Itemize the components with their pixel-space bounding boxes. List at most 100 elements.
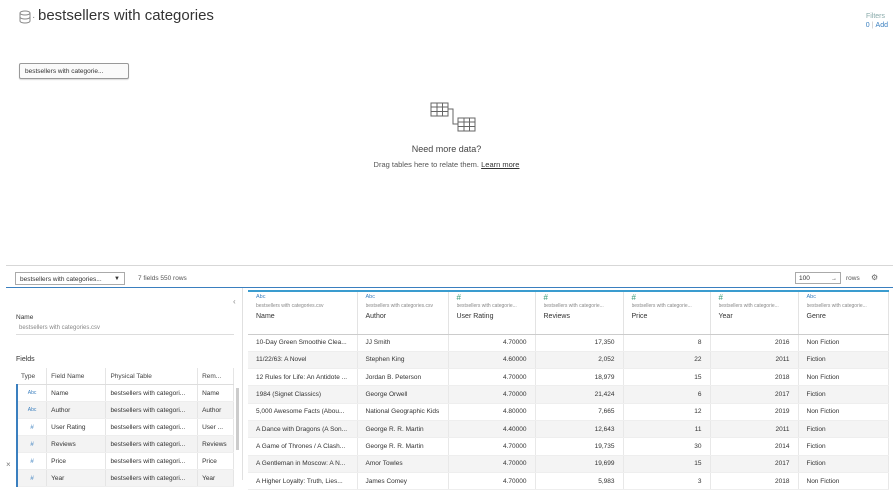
cell-genre[interactable]: Fiction bbox=[798, 455, 889, 473]
table-row[interactable]: 10-Day Green Smoothie Clea... JJ Smith 4.7… bbox=[248, 334, 889, 352]
table-row[interactable]: A Higher Loyalty: Truth, Lies... James Co… bbox=[248, 472, 889, 490]
column-header-physical-table[interactable]: Physical Table bbox=[105, 368, 199, 385]
cell-author[interactable]: Jordan B. Peterson bbox=[357, 368, 449, 387]
grid-column-name[interactable]: Abc bestsellers with categories.csv Name bbox=[248, 290, 358, 335]
collapse-panel-icon[interactable]: ‹ bbox=[233, 297, 236, 306]
cell-user-rating[interactable]: 4.70000 bbox=[448, 437, 536, 456]
cell-name[interactable]: A Game of Thrones / A Clash... bbox=[248, 437, 358, 456]
cell-user-rating[interactable]: 4.70000 bbox=[448, 334, 536, 352]
cell-name[interactable]: 5,000 Awesome Facts (Abou... bbox=[248, 403, 358, 421]
cell-genre[interactable]: Non Fiction bbox=[798, 368, 889, 387]
table-row[interactable]: 5,000 Awesome Facts (Abou... National Geo… bbox=[248, 403, 889, 421]
number-type-icon[interactable]: # bbox=[16, 435, 48, 453]
number-type-icon[interactable]: # bbox=[457, 294, 531, 302]
table-select-dropdown[interactable]: bestsellers with categories... ▼ bbox=[15, 272, 125, 285]
cell-user-rating[interactable]: 4.70000 bbox=[448, 472, 536, 490]
field-name[interactable]: User Rating bbox=[46, 418, 107, 436]
cell-year[interactable]: 2011 bbox=[710, 351, 799, 370]
cell-name[interactable]: A Gentleman in Moscow: A N... bbox=[248, 455, 358, 473]
cell-author[interactable]: James Comey bbox=[357, 472, 449, 490]
field-name[interactable]: Author bbox=[46, 401, 107, 419]
cell-reviews[interactable]: 7,665 bbox=[535, 403, 624, 421]
cell-price[interactable]: 6 bbox=[623, 385, 711, 404]
cell-name[interactable]: 12 Rules for Life: An Antidote ... bbox=[248, 368, 358, 387]
number-type-icon[interactable]: # bbox=[16, 418, 48, 436]
cell-year[interactable]: 2014 bbox=[710, 437, 799, 456]
close-icon[interactable]: × bbox=[6, 460, 11, 469]
canvas-table-pill[interactable]: bestsellers with categorie... bbox=[19, 63, 129, 79]
field-name[interactable]: Name bbox=[46, 384, 107, 402]
rows-count-input[interactable]: 100 → bbox=[795, 272, 841, 284]
cell-year[interactable]: 2017 bbox=[710, 455, 799, 473]
grid-column-reviews[interactable]: # bestsellers with categorie... Reviews bbox=[535, 290, 624, 335]
cell-reviews[interactable]: 2,052 bbox=[535, 351, 624, 370]
cell-year[interactable]: 2017 bbox=[710, 385, 799, 404]
pane-divider[interactable] bbox=[6, 265, 893, 266]
string-type-icon[interactable]: Abc bbox=[16, 384, 48, 402]
cell-genre[interactable]: Non Fiction bbox=[798, 472, 889, 490]
cell-user-rating[interactable]: 4.70000 bbox=[448, 455, 536, 473]
cell-user-rating[interactable]: 4.70000 bbox=[448, 385, 536, 404]
cell-reviews[interactable]: 17,350 bbox=[535, 334, 624, 352]
cell-reviews[interactable]: 21,424 bbox=[535, 385, 624, 404]
table-row[interactable]: 1984 (Signet Classics) George Orwell 4.700… bbox=[248, 385, 889, 404]
grid-column-price[interactable]: # bestsellers with categorie... Price bbox=[623, 290, 711, 335]
column-header-field-name[interactable]: Field Name bbox=[46, 368, 107, 385]
cell-author[interactable]: George R. R. Martin bbox=[357, 437, 449, 456]
column-header-type[interactable]: Type bbox=[17, 368, 48, 385]
cell-genre[interactable]: Fiction bbox=[798, 437, 889, 456]
field-row[interactable]: # Year bestsellers with categori... Year bbox=[16, 469, 234, 487]
fields-scrollbar[interactable] bbox=[236, 388, 239, 450]
cell-author[interactable]: JJ Smith bbox=[357, 334, 449, 352]
cell-reviews[interactable]: 12,643 bbox=[535, 420, 624, 439]
cell-user-rating[interactable]: 4.70000 bbox=[448, 368, 536, 387]
table-row[interactable]: 12 Rules for Life: An Antidote ... Jordan… bbox=[248, 368, 889, 387]
cell-price[interactable]: 22 bbox=[623, 351, 711, 370]
cell-price[interactable]: 8 bbox=[623, 334, 711, 352]
string-type-icon[interactable]: Abc bbox=[807, 294, 884, 301]
cell-year[interactable]: 2019 bbox=[710, 403, 799, 421]
field-name[interactable]: Year bbox=[46, 469, 107, 487]
cell-name[interactable]: 11/22/63: A Novel bbox=[248, 351, 358, 370]
cell-user-rating[interactable]: 4.80000 bbox=[448, 403, 536, 421]
field-name[interactable]: Reviews bbox=[46, 435, 107, 453]
cell-author[interactable]: National Geographic Kids bbox=[357, 403, 449, 421]
cell-reviews[interactable]: 19,699 bbox=[535, 455, 624, 473]
cell-author[interactable]: Amor Towles bbox=[357, 455, 449, 473]
cell-genre[interactable]: Non Fiction bbox=[798, 334, 889, 352]
cell-genre[interactable]: Fiction bbox=[798, 385, 889, 404]
string-type-icon[interactable]: Abc bbox=[16, 401, 48, 419]
field-row[interactable]: Abc Author bestsellers with categori... … bbox=[16, 401, 234, 419]
field-row[interactable]: # Reviews bestsellers with categori... R… bbox=[16, 435, 234, 453]
cell-reviews[interactable]: 19,735 bbox=[535, 437, 624, 456]
cell-genre[interactable]: Non Fiction bbox=[798, 403, 889, 421]
number-type-icon[interactable]: # bbox=[16, 452, 48, 470]
cell-name[interactable]: A Higher Loyalty: Truth, Lies... bbox=[248, 472, 358, 490]
field-name[interactable]: Price bbox=[46, 452, 107, 470]
gear-icon[interactable]: ⚙ bbox=[871, 273, 878, 282]
table-row[interactable]: A Dance with Dragons (A Son... George R. … bbox=[248, 420, 889, 439]
add-filter-link[interactable]: Add bbox=[876, 22, 888, 29]
column-header-remote[interactable]: Rem... bbox=[197, 368, 234, 385]
cell-user-rating[interactable]: 4.60000 bbox=[448, 351, 536, 370]
cell-year[interactable]: 2018 bbox=[710, 472, 799, 490]
datasource-title[interactable]: bestsellers with categories bbox=[38, 7, 214, 24]
cell-name[interactable]: 10-Day Green Smoothie Clea... bbox=[248, 334, 358, 352]
grid-column-year[interactable]: # bestsellers with categorie... Year bbox=[710, 290, 799, 335]
cell-price[interactable]: 3 bbox=[623, 472, 711, 490]
cell-author[interactable]: Stephen King bbox=[357, 351, 449, 370]
cell-author[interactable]: George Orwell bbox=[357, 385, 449, 404]
field-row[interactable]: # User Rating bestsellers with categori.… bbox=[16, 418, 234, 436]
cell-year[interactable]: 2011 bbox=[710, 420, 799, 439]
table-row[interactable]: A Game of Thrones / A Clash... George R. … bbox=[248, 437, 889, 456]
table-row[interactable]: 11/22/63: A Novel Stephen King 4.60000 2,05… bbox=[248, 351, 889, 370]
cell-year[interactable]: 2016 bbox=[710, 334, 799, 352]
number-type-icon[interactable]: # bbox=[632, 294, 706, 302]
number-type-icon[interactable]: # bbox=[544, 294, 619, 302]
grid-column-user-rating[interactable]: # bestsellers with categorie... User Rat… bbox=[448, 290, 536, 335]
learn-more-link[interactable]: Learn more bbox=[481, 160, 519, 169]
name-field[interactable]: bestsellers with categories.csv bbox=[19, 325, 100, 331]
cell-genre[interactable]: Fiction bbox=[798, 351, 889, 370]
string-type-icon[interactable]: Abc bbox=[256, 294, 353, 301]
cell-name[interactable]: 1984 (Signet Classics) bbox=[248, 385, 358, 404]
